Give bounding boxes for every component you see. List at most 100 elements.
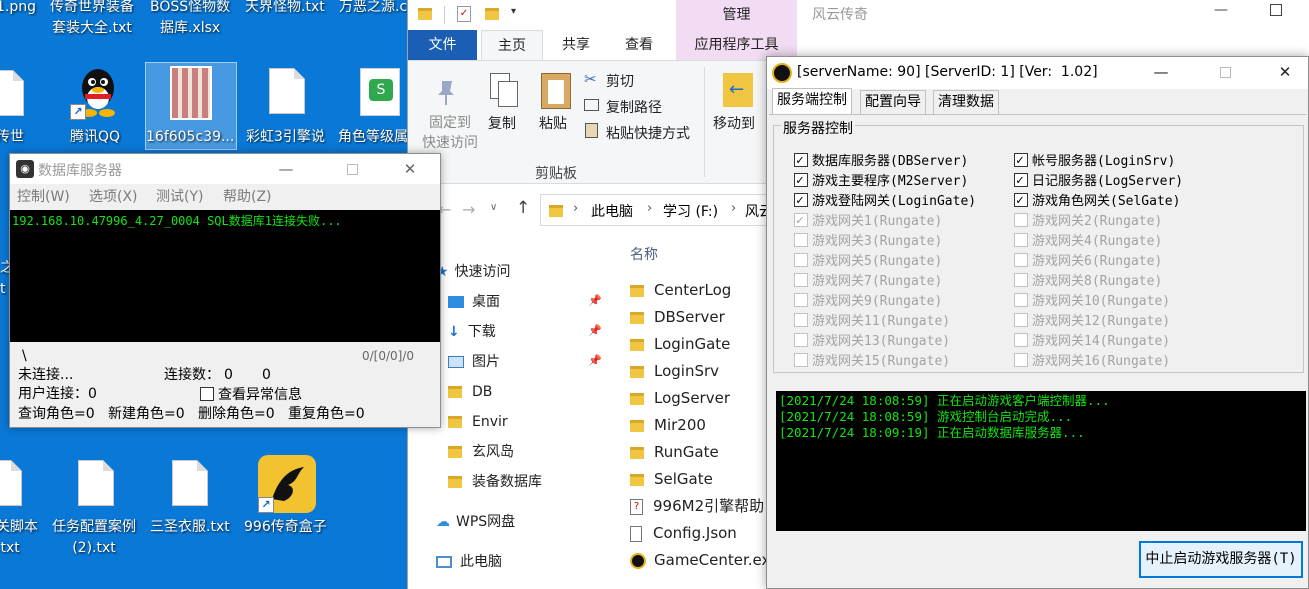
checkbox[interactable] xyxy=(794,293,808,307)
desktop-file-label[interactable]: 角色等级属 xyxy=(338,127,408,148)
menu-test[interactable]: 测试(Y) xyxy=(156,186,203,206)
server-checkbox-row[interactable]: 日记服务器(LogServer) xyxy=(1014,171,1183,192)
server-checkbox-row[interactable]: 游戏网关12(Rungate) xyxy=(1014,312,1170,332)
desktop-file-label[interactable]: 996传奇盒子 xyxy=(244,517,327,538)
close-button[interactable]: ✕ xyxy=(1263,57,1307,87)
minimize-button[interactable]: — xyxy=(264,154,308,184)
server-checkbox-row[interactable]: 游戏登陆网关(LoginGate) xyxy=(794,191,976,212)
server-checkbox-row[interactable]: 游戏主要程序(M2Server) xyxy=(794,171,968,192)
checkbox[interactable] xyxy=(1014,313,1028,327)
maximize-icon[interactable] xyxy=(1270,4,1282,16)
paste-icon[interactable] xyxy=(541,73,571,109)
checkbox[interactable] xyxy=(1014,333,1028,347)
tab-file[interactable]: 文件 xyxy=(408,30,477,60)
checkbox[interactable] xyxy=(1014,151,1028,171)
checkbox[interactable] xyxy=(1014,233,1028,247)
checkbox[interactable] xyxy=(1014,213,1028,227)
server-checkbox-row[interactable]: 游戏网关5(Rungate) xyxy=(794,252,942,272)
server-checkbox-row[interactable]: 游戏网关4(Rungate) xyxy=(1014,232,1162,252)
server-checkbox-row[interactable]: 游戏网关7(Rungate) xyxy=(794,272,942,292)
move-to-button[interactable]: 移动到 xyxy=(713,113,755,133)
checkbox[interactable] xyxy=(794,253,808,267)
checkbox[interactable] xyxy=(1014,293,1028,307)
maximize-button[interactable] xyxy=(330,154,374,184)
menu-options[interactable]: 选项(X) xyxy=(89,186,138,206)
checkbox[interactable] xyxy=(200,387,214,401)
checkbox[interactable] xyxy=(794,151,808,171)
file-row[interactable]: GameCenter.ex xyxy=(630,547,770,574)
maximize-button[interactable] xyxy=(1203,57,1247,87)
forward-arrow-icon[interactable]: → xyxy=(462,200,475,219)
checkbox[interactable] xyxy=(1014,171,1028,191)
server-checkbox-row[interactable]: 游戏网关13(Rungate) xyxy=(794,332,950,352)
file-icon[interactable] xyxy=(0,70,24,116)
stop-starting-server-button[interactable]: 中止启动游戏服务器(T) xyxy=(1139,541,1303,578)
server-checkbox-row[interactable]: 游戏网关3(Rungate) xyxy=(794,232,942,252)
checkbox[interactable] xyxy=(1014,191,1028,211)
server-checkbox-row[interactable]: 游戏网关11(Rungate) xyxy=(794,312,950,332)
breadcrumb-item[interactable]: 学习 (F:) xyxy=(663,201,718,221)
nav-folder-envir[interactable]: Envir xyxy=(448,407,508,437)
server-checkbox-row[interactable]: 游戏网关2(Rungate) xyxy=(1014,212,1162,232)
properties-icon[interactable]: ✓ xyxy=(457,6,471,22)
close-button[interactable]: ✕ xyxy=(388,154,432,184)
nav-wps-cloud[interactable]: ☁ WPS网盘 xyxy=(436,507,515,537)
copy-path-button[interactable]: 复制路径 xyxy=(606,97,662,117)
file-row[interactable]: SelGate xyxy=(630,466,713,493)
file-icon[interactable] xyxy=(78,460,114,506)
minimize-button[interactable]: — xyxy=(1139,57,1183,87)
server-checkbox-row[interactable]: 游戏网关6(Rungate) xyxy=(1014,252,1162,272)
checkbox[interactable] xyxy=(794,353,808,367)
chevron-down-icon[interactable]: ▾ xyxy=(511,6,516,17)
nav-desktop[interactable]: 桌面 xyxy=(448,287,500,317)
column-header-name[interactable]: 名称 xyxy=(630,244,658,264)
minimize-icon[interactable]: — xyxy=(1214,2,1228,18)
server-checkbox-row[interactable]: 游戏网关1(Rungate) xyxy=(794,211,942,232)
desktop-file-label[interactable]: BOSS怪物数 据库.xlsx xyxy=(150,0,230,39)
file-row[interactable]: LoginSrv xyxy=(630,358,719,385)
menu-control[interactable]: 控制(W) xyxy=(17,186,70,206)
nav-pictures[interactable]: 图片 xyxy=(448,347,500,377)
checkbox[interactable] xyxy=(794,171,808,191)
desktop-file-label[interactable]: 三圣衣服.txt xyxy=(150,517,230,538)
nav-folder-db[interactable]: DB xyxy=(448,377,492,407)
checkbox[interactable] xyxy=(1014,253,1028,267)
cut-button[interactable]: 剪切 xyxy=(606,71,634,91)
menu-help[interactable]: 帮助(Z) xyxy=(223,186,272,206)
file-row[interactable]: ? 996M2引擎帮助 xyxy=(630,493,764,520)
breadcrumb-item[interactable]: 此电脑 xyxy=(591,201,633,221)
tab-clean-data[interactable]: 清理数据 xyxy=(933,90,999,114)
scissors-icon[interactable]: ✂ xyxy=(584,70,597,88)
pin-to-quick-access-button[interactable]: 固定到 快速访问 xyxy=(422,113,478,153)
server-checkbox-row[interactable]: 数据库服务器(DBServer) xyxy=(794,151,968,172)
tab-share[interactable]: 共享 xyxy=(546,30,606,60)
tab-home[interactable]: 主页 xyxy=(481,30,543,60)
file-row[interactable]: LogServer xyxy=(630,385,730,412)
desktop-file-label[interactable]: 万恶之源.c xyxy=(339,0,407,18)
desktop-file-label[interactable]: 任务配置案例 (2).txt xyxy=(52,517,136,559)
view-abnormal-checkbox[interactable]: 查看异常信息 xyxy=(200,385,302,405)
paste-shortcut-icon[interactable] xyxy=(585,123,598,138)
up-arrow-icon[interactable]: ↑ xyxy=(516,198,530,218)
desktop-file-label[interactable]: 传奇世界装备 套装大全.txt xyxy=(50,0,134,39)
paste-button[interactable]: 粘贴 xyxy=(539,113,567,133)
nav-folder-xuanfengdao[interactable]: 玄风岛 xyxy=(448,437,514,467)
file-row[interactable]: CenterLog xyxy=(630,277,731,304)
tab-view[interactable]: 查看 xyxy=(608,30,670,60)
desktop-file-label[interactable]: 传世 xyxy=(0,127,24,148)
checkbox[interactable] xyxy=(1014,273,1028,287)
file-row[interactable]: Mir200 xyxy=(630,412,706,439)
desktop-file-label[interactable]: 天界怪物.txt xyxy=(245,0,325,18)
nav-folder-equipment-db[interactable]: 装备数据库 xyxy=(448,467,542,497)
server-checkbox-row[interactable]: 游戏网关10(Rungate) xyxy=(1014,292,1170,312)
manage-contextual-tab[interactable]: 管理 xyxy=(676,0,797,30)
desktop-file-label[interactable]: 16f605c39... xyxy=(146,127,234,148)
tab-config-wizard[interactable]: 配置向导 xyxy=(860,90,926,114)
move-to-icon[interactable]: ← xyxy=(723,73,753,107)
new-folder-icon[interactable] xyxy=(485,8,499,20)
spreadsheet-icon[interactable]: S xyxy=(360,68,400,116)
checkbox[interactable] xyxy=(794,333,808,347)
nav-quick-access[interactable]: ★ 快速访问 xyxy=(436,257,511,287)
file-icon[interactable] xyxy=(0,460,22,506)
server-checkbox-row[interactable]: 帐号服务器(LoginSrv) xyxy=(1014,151,1175,172)
